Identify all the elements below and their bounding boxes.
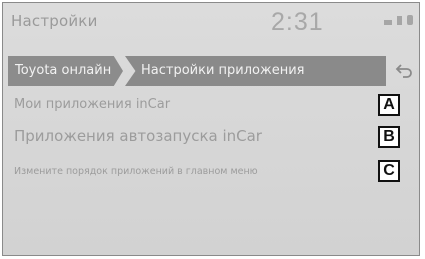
breadcrumb: Toyota онлайн Настройки приложения <box>8 56 386 86</box>
list-item-change-app-order[interactable]: Измените порядок приложений в главном ме… <box>3 158 419 188</box>
screen-title: Настройки <box>11 12 98 30</box>
head-unit-screen: Настройки 2:31 Toyota онлайн Настройки п… <box>2 2 420 256</box>
list-item-label: Приложения автозапуска inCar <box>14 127 262 145</box>
callout-label-b: B <box>378 126 400 148</box>
list-item-incar-autostart-apps[interactable]: Приложения автозапуска inCar <box>3 122 419 152</box>
list-item-label: Измените порядок приложений в главном ме… <box>14 166 258 177</box>
list-item-label: Мои приложения inCar <box>14 97 171 112</box>
back-button[interactable] <box>391 58 417 84</box>
breadcrumb-item-app-settings: Настройки приложения <box>125 56 386 86</box>
status-icons <box>384 15 413 25</box>
callout-label-c: C <box>378 160 400 182</box>
connection-icon <box>397 16 402 25</box>
breadcrumb-item-toyota-online[interactable]: Toyota онлайн <box>8 56 123 86</box>
battery-icon <box>407 15 413 25</box>
list-item-my-incar-apps[interactable]: Мои приложения inCar <box>3 91 419 119</box>
clock: 2:31 <box>271 8 324 36</box>
status-bar: Настройки 2:31 <box>3 3 419 41</box>
signal-icon <box>384 20 392 25</box>
callout-label-a: A <box>378 94 400 116</box>
back-arrow-icon <box>395 64 412 78</box>
